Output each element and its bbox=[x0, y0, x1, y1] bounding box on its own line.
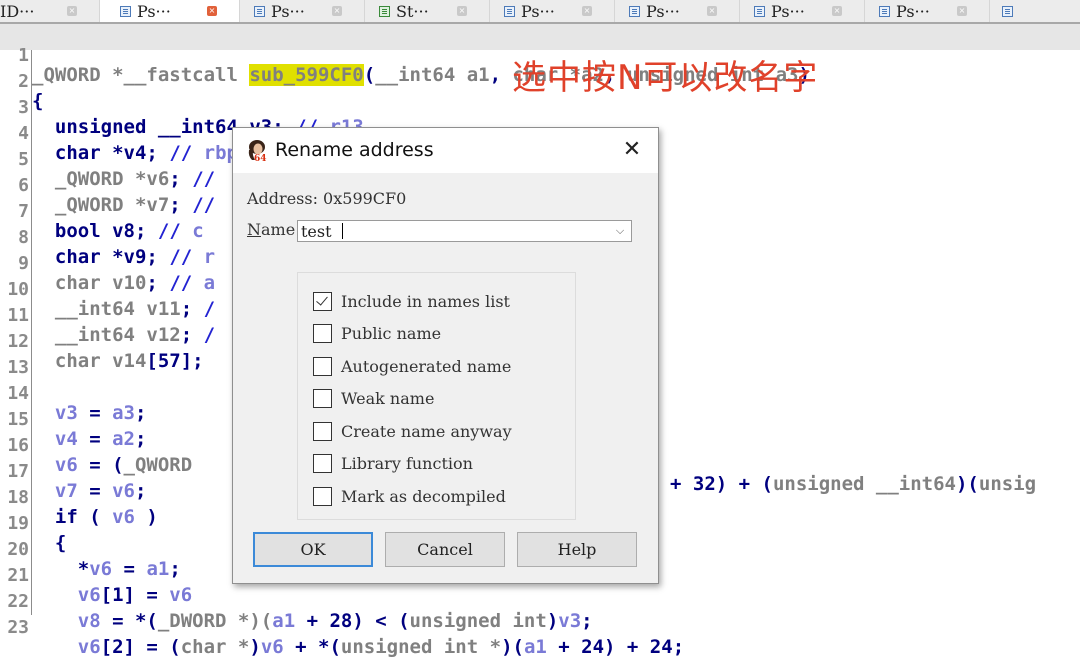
tab-pseudocode[interactable]: Ps··· × bbox=[490, 0, 615, 22]
checkbox[interactable] bbox=[313, 323, 332, 343]
tab-label: Ps··· bbox=[646, 1, 680, 21]
code-line[interactable]: 23 v6[2] = (char *)v6 + *(unsigned int *… bbox=[0, 596, 1080, 658]
ok-button[interactable]: OK bbox=[253, 532, 373, 567]
svg-text:64: 64 bbox=[254, 154, 267, 162]
pseudocode-icon bbox=[879, 5, 890, 17]
checkbox[interactable] bbox=[313, 453, 332, 473]
pseudocode-icon bbox=[754, 5, 765, 17]
variable[interactable]: v6 bbox=[261, 636, 284, 658]
operator: + *( bbox=[283, 636, 341, 658]
tab-pseudocode-active[interactable]: Ps··· × bbox=[100, 0, 240, 22]
tab-label: ID··· bbox=[0, 1, 35, 21]
tab-bar: ID··· × Ps··· × Ps··· × St··· × Ps··· × … bbox=[0, 0, 1080, 24]
window-icon bbox=[1002, 5, 1013, 17]
pseudocode-icon bbox=[504, 5, 515, 17]
close-icon[interactable]: × bbox=[332, 6, 342, 16]
close-icon[interactable]: × bbox=[832, 6, 842, 16]
tab-label: St··· bbox=[396, 1, 429, 21]
tab-pseudocode[interactable]: Ps··· × bbox=[865, 0, 990, 22]
code-line[interactable]: 1 _QWORD *__fastcall sub_599CF0(__int64 … bbox=[0, 24, 1080, 86]
close-icon[interactable]: × bbox=[957, 6, 967, 16]
close-icon[interactable]: × bbox=[582, 6, 592, 16]
pseudocode-icon bbox=[629, 5, 640, 17]
checkbox-checked[interactable] bbox=[313, 291, 332, 311]
checkbox-label: Mark as decompiled bbox=[341, 486, 506, 506]
tab-label: Ps··· bbox=[271, 1, 305, 21]
checkbox-label: Autogenerated name bbox=[341, 356, 512, 376]
checkbox-include-in-names-list[interactable]: Include in names list bbox=[313, 289, 510, 313]
checkbox[interactable] bbox=[313, 486, 332, 506]
close-icon[interactable]: × bbox=[707, 6, 717, 16]
checkbox-library-function[interactable]: Library function bbox=[313, 451, 473, 475]
tab-pseudocode[interactable]: Ps··· × bbox=[615, 0, 740, 22]
checkbox[interactable] bbox=[313, 421, 332, 441]
checkbox-label: Include in names list bbox=[341, 291, 510, 311]
variable[interactable]: v6 bbox=[78, 636, 101, 658]
cast: char * bbox=[180, 636, 250, 658]
ida-app-icon: 64 bbox=[248, 140, 267, 162]
tab-label: Ps··· bbox=[521, 1, 555, 21]
checkbox-public-name[interactable]: Public name bbox=[313, 321, 441, 345]
name-combobox[interactable]: ⌵ bbox=[297, 220, 632, 242]
dialog-title-bar[interactable]: 64 Rename address ✕ bbox=[233, 128, 658, 173]
name-mnemonic: N bbox=[247, 220, 261, 239]
paren: ) bbox=[249, 636, 261, 658]
cancel-button[interactable]: Cancel bbox=[385, 532, 505, 567]
help-button[interactable]: Help bbox=[517, 532, 637, 567]
name-input[interactable] bbox=[301, 221, 601, 241]
code-line[interactable]: 4 char *v4; // rbp bbox=[0, 102, 1080, 164]
tab-ida-view[interactable]: ID··· × bbox=[0, 0, 100, 22]
name-options-group: Include in names list Public name Autoge… bbox=[297, 272, 576, 520]
structures-icon bbox=[379, 5, 390, 17]
checkbox-weak-name[interactable]: Weak name bbox=[313, 386, 434, 410]
dialog-title: Rename address bbox=[275, 139, 434, 161]
checkbox[interactable] bbox=[313, 388, 332, 408]
operator: [2] = ( bbox=[100, 636, 181, 658]
chevron-down-icon[interactable]: ⌵ bbox=[613, 222, 627, 240]
checkbox-label: Weak name bbox=[341, 388, 435, 408]
pseudocode-icon bbox=[120, 5, 131, 17]
tab-label: Ps··· bbox=[896, 1, 930, 21]
text-cursor bbox=[342, 223, 343, 239]
tab-pseudocode[interactable]: Ps··· × bbox=[240, 0, 365, 22]
checkbox-mark-as-decompiled[interactable]: Mark as decompiled bbox=[313, 484, 506, 508]
address-label: Address: 0x599CF0 bbox=[247, 189, 407, 208]
checkbox-label: Create name anyway bbox=[341, 421, 512, 441]
tab-label: Ps··· bbox=[771, 1, 805, 21]
tab-structures[interactable]: St··· × bbox=[365, 0, 490, 22]
tab-window[interactable] bbox=[990, 0, 1030, 22]
tab-label: Ps··· bbox=[137, 1, 171, 21]
close-icon[interactable]: × bbox=[67, 6, 77, 16]
checkbox-label: Public name bbox=[341, 323, 442, 343]
checkbox-create-name-anyway[interactable]: Create name anyway bbox=[313, 419, 512, 443]
checkbox[interactable] bbox=[313, 356, 332, 376]
operator: + 24) + 24; bbox=[546, 636, 685, 658]
cast: unsigned int * bbox=[340, 636, 502, 658]
rename-address-dialog: 64 Rename address ✕ Address: 0x599CF0 Na… bbox=[232, 127, 659, 584]
paren: )( bbox=[501, 636, 524, 658]
pseudocode-icon bbox=[254, 5, 265, 17]
name-label: Name bbox=[247, 220, 295, 239]
checkbox-label: Library function bbox=[341, 453, 473, 473]
variable[interactable]: a1 bbox=[524, 636, 547, 658]
name-label-rest: ame bbox=[261, 220, 296, 239]
close-icon[interactable]: × bbox=[207, 6, 217, 16]
annotation-text: 选中按N可以改名字 bbox=[512, 58, 819, 98]
tab-pseudocode[interactable]: Ps··· × bbox=[740, 0, 865, 22]
close-icon[interactable]: × bbox=[457, 6, 467, 16]
line-number: 23 bbox=[7, 617, 29, 638]
checkbox-autogenerated-name[interactable]: Autogenerated name bbox=[313, 354, 511, 378]
close-icon[interactable]: ✕ bbox=[618, 136, 646, 164]
